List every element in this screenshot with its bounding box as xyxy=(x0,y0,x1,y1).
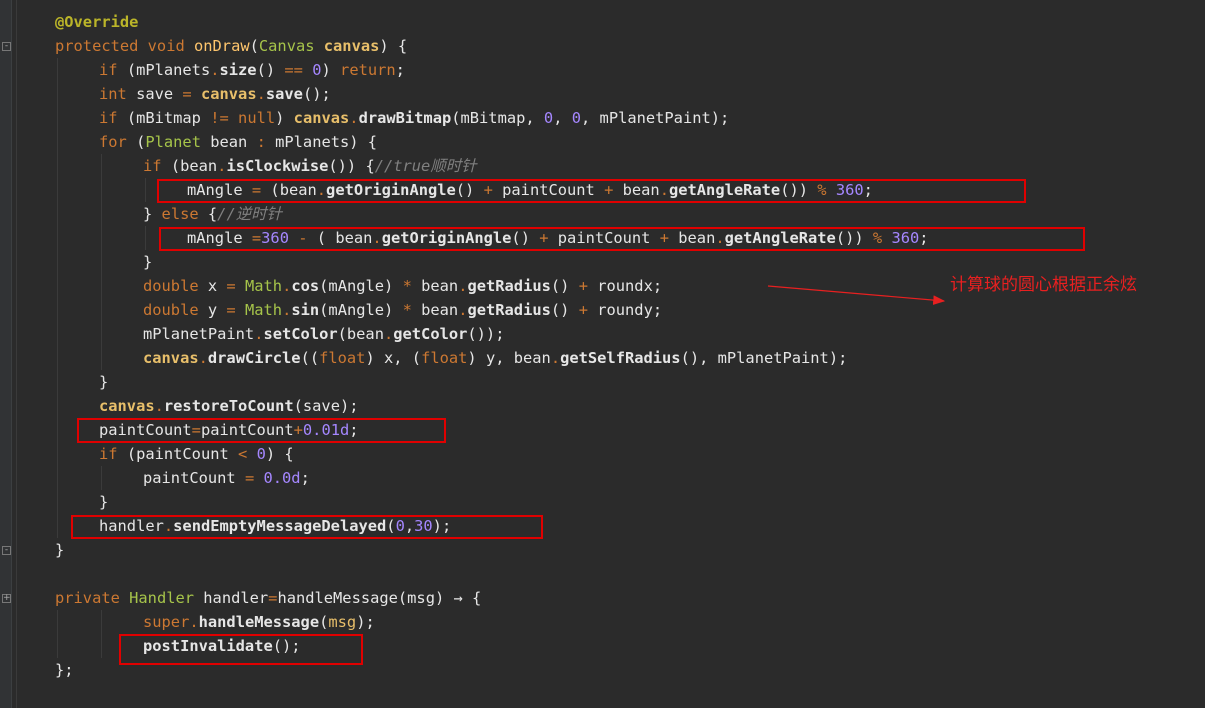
annotation-note: 计算球的圆心根据正余炫 xyxy=(950,275,1137,295)
annotation-arrow xyxy=(767,285,946,305)
